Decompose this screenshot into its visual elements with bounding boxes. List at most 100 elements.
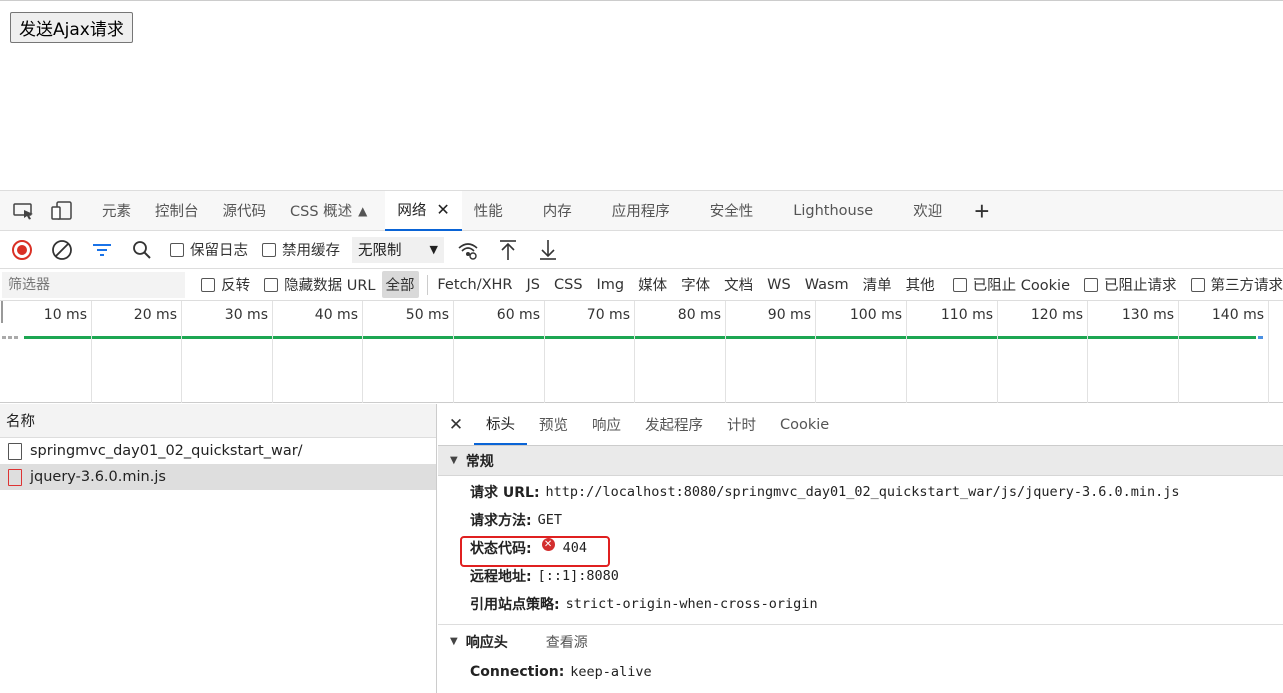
tab-network-label: 网络 <box>397 203 427 219</box>
filter-type-media[interactable]: 媒体 <box>634 271 671 298</box>
preserve-log-checkbox[interactable]: 保留日志 <box>170 239 248 260</box>
tab-application[interactable]: 应用程序 <box>612 191 670 231</box>
blocked-cookies-checkbox[interactable]: 已阻止 Cookie <box>952 274 1070 295</box>
tab-css-overview[interactable]: CSS 概述 ▲ <box>290 191 367 231</box>
invert-checkbox[interactable]: 反转 <box>201 274 250 295</box>
tab-timing[interactable]: 计时 <box>715 405 768 445</box>
request-name: jquery-3.6.0.min.js <box>30 469 166 485</box>
clear-icon[interactable] <box>48 236 76 264</box>
checkbox-box[interactable] <box>952 277 967 292</box>
tab-headers[interactable]: 标头 <box>474 405 527 445</box>
filter-type-font[interactable]: 字体 <box>677 271 714 298</box>
hide-data-urls-checkbox[interactable]: 隐藏数据 URL <box>264 274 376 295</box>
filter-type-all[interactable]: 全部 <box>381 271 419 298</box>
import-har-icon[interactable] <box>494 236 522 264</box>
timeline-gridline <box>634 301 635 403</box>
close-tab-icon[interactable]: ✕ <box>436 200 449 219</box>
filter-icon[interactable] <box>88 236 116 264</box>
timeline-overview[interactable]: 10 ms 20 ms 30 ms 40 ms 50 ms 60 ms 70 ms 80 ms… <box>0 301 1283 403</box>
general-section-header[interactable]: ▼ 常规 <box>438 446 1283 476</box>
network-conditions-icon[interactable] <box>454 236 482 264</box>
connection-value: keep-alive <box>570 664 652 680</box>
tab-welcome[interactable]: 欢迎 <box>913 191 942 231</box>
third-party-checkbox[interactable]: 第三方请求 <box>1190 274 1283 295</box>
tab-memory[interactable]: 内存 <box>543 191 572 231</box>
devtools-panel: 元素 控制台 源代码 CSS 概述 ▲ 网络 ✕ 性能 内存 应用程序 安全性 Li… <box>0 190 1283 693</box>
close-details-icon[interactable]: ✕ <box>438 415 474 435</box>
timeline-gridline <box>91 301 92 403</box>
tab-sources[interactable]: 源代码 <box>223 191 267 231</box>
checkbox-box[interactable] <box>1084 277 1098 292</box>
filter-input[interactable] <box>2 271 186 298</box>
filter-type-doc[interactable]: 文档 <box>720 271 757 298</box>
checkbox-box[interactable] <box>264 277 279 292</box>
throttle-select[interactable]: 无限制 ▼ <box>352 236 444 263</box>
export-har-icon[interactable] <box>534 236 562 264</box>
request-method-row: 请求方法: GET <box>438 506 1283 534</box>
timeline-gridline <box>1268 301 1269 403</box>
timeline-gridline <box>906 301 907 403</box>
document-icon <box>8 442 22 460</box>
request-details: ✕ 标头 预览 响应 发起程序 计时 Cookie ▼ 常规 请求 URL: ht… <box>438 404 1283 693</box>
request-url-key: 请求 URL: <box>470 485 540 501</box>
filter-type-other[interactable]: 其他 <box>902 271 939 298</box>
checkbox-box[interactable] <box>170 242 184 257</box>
timeline-tick-label: 80 ms <box>677 307 721 323</box>
tab-elements[interactable]: 元素 <box>102 191 131 231</box>
request-method-value: GET <box>537 512 562 528</box>
tab-css-overview-label: CSS 概述 <box>290 204 353 220</box>
request-row[interactable]: jquery-3.6.0.min.js <box>0 464 436 490</box>
timeline-gridline <box>815 301 816 403</box>
filter-type-css[interactable]: CSS <box>550 274 587 296</box>
third-party-label: 第三方请求 <box>1210 278 1283 294</box>
filter-type-js[interactable]: JS <box>523 274 544 296</box>
request-list: 名称 springmvc_day01_02_quickstart_war/ jq… <box>0 404 437 693</box>
view-source-link[interactable]: 查看源 <box>546 632 588 652</box>
tab-response[interactable]: 响应 <box>580 405 633 445</box>
filter-type-fetch-xhr[interactable]: Fetch/XHR <box>433 274 516 296</box>
hide-data-urls-label: 隐藏数据 URL <box>284 278 376 294</box>
timeline-tick-label: 140 ms <box>1211 307 1264 323</box>
record-stop-icon[interactable] <box>8 236 36 264</box>
inspect-element-icon[interactable] <box>12 201 36 221</box>
filter-type-ws[interactable]: WS <box>763 274 795 296</box>
blocked-requests-label: 已阻止请求 <box>1104 278 1177 294</box>
checkbox-box[interactable] <box>262 242 276 257</box>
blocked-cookies-label: 已阻止 Cookie <box>972 278 1070 294</box>
timeline-tick-label: 110 ms <box>940 307 993 323</box>
tab-cookies[interactable]: Cookie <box>768 405 841 445</box>
name-column-header[interactable]: 名称 <box>0 404 436 438</box>
referrer-policy-key: 引用站点策略: <box>470 597 560 613</box>
filter-type-manifest[interactable]: 清单 <box>859 271 896 298</box>
tab-performance[interactable]: 性能 <box>474 191 503 231</box>
tab-network[interactable]: 网络 ✕ <box>385 190 462 231</box>
tab-preview[interactable]: 预览 <box>527 405 580 445</box>
disable-cache-checkbox[interactable]: 禁用缓存 <box>262 239 340 260</box>
request-url-value: http://localhost:8080/springmvc_day01_02… <box>545 484 1180 500</box>
blocked-requests-checkbox[interactable]: 已阻止请求 <box>1084 274 1177 295</box>
send-ajax-button[interactable]: 发送Ajax请求 <box>10 12 133 43</box>
search-icon[interactable] <box>128 236 156 264</box>
response-headers-section-header[interactable]: ▼ 响应头 查看源 <box>438 624 1283 658</box>
checkbox-box[interactable] <box>1190 277 1205 292</box>
tab-initiator[interactable]: 发起程序 <box>633 405 715 445</box>
timeline-tick-label: 70 ms <box>586 307 630 323</box>
tab-console[interactable]: 控制台 <box>155 191 199 231</box>
tab-security[interactable]: 安全性 <box>710 191 754 231</box>
request-name: springmvc_day01_02_quickstart_war/ <box>30 443 303 459</box>
requests-area: 名称 springmvc_day01_02_quickstart_war/ jq… <box>0 404 1283 693</box>
divider <box>426 274 428 295</box>
dropdown-arrow-icon: ▼ <box>429 243 438 256</box>
filter-type-img[interactable]: Img <box>593 274 629 296</box>
timeline-start-marker <box>1 301 3 323</box>
request-row[interactable]: springmvc_day01_02_quickstart_war/ <box>0 438 436 464</box>
device-toolbar-icon[interactable] <box>50 200 74 221</box>
invert-label: 反转 <box>221 278 251 294</box>
tab-lighthouse[interactable]: Lighthouse <box>793 191 873 231</box>
timeline-gridline <box>997 301 998 403</box>
timeline-tick-label: 50 ms <box>405 307 449 323</box>
more-tools-plus-icon[interactable]: + <box>974 198 989 224</box>
filter-type-wasm[interactable]: Wasm <box>801 274 853 296</box>
timeline-gridline <box>453 301 454 403</box>
checkbox-box[interactable] <box>201 277 216 292</box>
